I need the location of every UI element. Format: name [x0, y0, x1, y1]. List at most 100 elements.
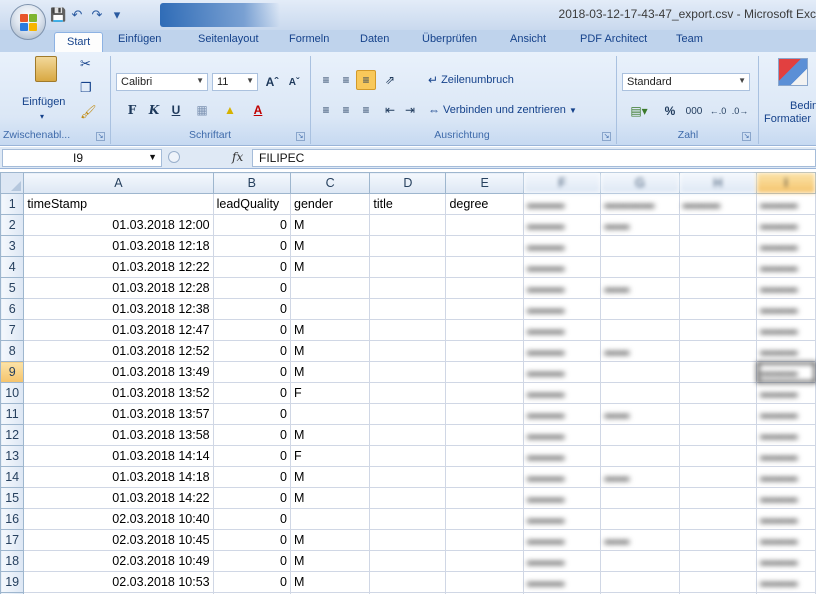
cell[interactable]: 02.03.2018 10:40: [23, 508, 214, 530]
redacted-cell[interactable]: ▬▬▬: [522, 508, 602, 530]
cell[interactable]: [369, 466, 447, 488]
cell[interactable]: 0: [212, 235, 292, 257]
redacted-cell[interactable]: ▬▬▬: [522, 403, 602, 425]
undo-icon[interactable]: ↶: [70, 8, 84, 22]
row-header[interactable]: 18: [0, 550, 25, 572]
row-header[interactable]: 15: [0, 487, 25, 509]
row-header[interactable]: 7: [0, 319, 25, 341]
redacted-cell[interactable]: [678, 256, 758, 278]
cell[interactable]: [445, 466, 524, 488]
increase-indent-icon[interactable]: ⇥: [400, 100, 420, 120]
orientation-icon[interactable]: ⇗: [380, 70, 400, 90]
row-header[interactable]: 2: [0, 214, 25, 236]
redacted-cell[interactable]: [678, 550, 758, 572]
redacted-cell[interactable]: ▬▬▬: [522, 382, 602, 404]
cell[interactable]: 01.03.2018 12:38: [23, 298, 214, 320]
align-left-icon[interactable]: ≡: [316, 100, 336, 120]
redacted-cell[interactable]: [678, 277, 758, 299]
cell[interactable]: 0: [212, 487, 292, 509]
font-color-icon[interactable]: A: [248, 100, 268, 120]
tab-team[interactable]: Team: [676, 33, 703, 45]
tab-ueberpruefen[interactable]: Überprüfen: [422, 33, 477, 45]
redacted-cell[interactable]: ▬▬: [600, 277, 680, 299]
cell[interactable]: [445, 361, 524, 383]
redacted-cell[interactable]: [600, 235, 680, 257]
insert-function-button[interactable]: fx: [232, 150, 243, 164]
redacted-cell[interactable]: ▬▬▬: [756, 571, 816, 593]
conditional-formatting-label-2[interactable]: Formatier: [764, 113, 811, 125]
redacted-cell[interactable]: ▬▬▬: [522, 277, 602, 299]
cell[interactable]: [369, 403, 447, 425]
increase-decimal-icon[interactable]: ←.0: [708, 101, 728, 121]
cell[interactable]: [369, 571, 447, 593]
redacted-cell[interactable]: [600, 487, 680, 509]
redacted-cell[interactable]: [600, 319, 680, 341]
cell[interactable]: timeStamp: [23, 193, 214, 215]
align-right-icon[interactable]: ≡: [356, 100, 376, 120]
redacted-cell[interactable]: ▬▬▬▬: [600, 193, 680, 215]
alignment-launcher-icon[interactable]: ↘: [602, 132, 611, 141]
cell[interactable]: 0: [212, 340, 292, 362]
column-header-g[interactable]: G: [600, 172, 680, 194]
redacted-cell[interactable]: ▬▬▬: [756, 235, 816, 257]
redacted-cell[interactable]: ▬▬▬: [678, 193, 758, 215]
cell[interactable]: M: [289, 550, 371, 572]
cell[interactable]: [289, 298, 371, 320]
redacted-cell[interactable]: [600, 571, 680, 593]
redacted-cell[interactable]: [600, 382, 680, 404]
cell[interactable]: [369, 319, 447, 341]
redacted-cell[interactable]: [678, 319, 758, 341]
cell[interactable]: leadQuality: [212, 193, 292, 215]
cell[interactable]: 0: [212, 319, 292, 341]
row-header[interactable]: 3: [0, 235, 25, 257]
redacted-cell[interactable]: [678, 361, 758, 383]
percent-button[interactable]: %: [660, 101, 680, 121]
redacted-cell[interactable]: ▬▬▬: [756, 340, 816, 362]
row-header[interactable]: 14: [0, 466, 25, 488]
bold-button[interactable]: F: [122, 100, 142, 120]
thousands-separator-button[interactable]: 000: [682, 101, 706, 121]
cell[interactable]: 01.03.2018 12:22: [23, 256, 214, 278]
cell[interactable]: [289, 403, 371, 425]
row-header[interactable]: 13: [0, 445, 25, 467]
cell[interactable]: 0: [212, 571, 292, 593]
cell[interactable]: [445, 445, 524, 467]
decrease-indent-icon[interactable]: ⇤: [380, 100, 400, 120]
redacted-cell[interactable]: ▬▬▬: [756, 193, 816, 215]
redacted-cell[interactable]: [678, 214, 758, 236]
redacted-cell[interactable]: [678, 487, 758, 509]
cell[interactable]: 01.03.2018 12:18: [23, 235, 214, 257]
cell[interactable]: [369, 214, 447, 236]
row-header[interactable]: 12: [0, 424, 25, 446]
cell[interactable]: [369, 298, 447, 320]
font-launcher-icon[interactable]: ↘: [296, 132, 305, 141]
cell[interactable]: [445, 256, 524, 278]
tab-seitenlayout[interactable]: Seitenlayout: [198, 33, 259, 45]
column-header-c[interactable]: C: [289, 172, 371, 194]
cell[interactable]: F: [289, 382, 371, 404]
cell[interactable]: M: [289, 424, 371, 446]
redacted-cell[interactable]: ▬▬▬: [522, 487, 602, 509]
font-name-combo[interactable]: Calibri ▼: [116, 73, 208, 91]
redacted-cell[interactable]: [600, 508, 680, 530]
row-header[interactable]: 4: [0, 256, 25, 278]
cancel-entry-icon[interactable]: [168, 151, 180, 163]
redacted-cell[interactable]: [678, 424, 758, 446]
tab-einfuegen[interactable]: Einfügen: [118, 33, 161, 45]
row-header[interactable]: 6: [0, 298, 25, 320]
redacted-cell[interactable]: ▬▬▬: [522, 571, 602, 593]
wrap-text-button[interactable]: ↵ Zeilenumbruch: [428, 73, 514, 87]
cell[interactable]: [369, 361, 447, 383]
redacted-cell[interactable]: ▬▬▬: [756, 508, 816, 530]
redacted-cell[interactable]: ▬▬▬: [522, 466, 602, 488]
redacted-cell[interactable]: ▬▬▬: [522, 298, 602, 320]
row-header[interactable]: 11: [0, 403, 25, 425]
redacted-cell[interactable]: ▬▬▬: [756, 382, 816, 404]
cell[interactable]: [445, 340, 524, 362]
cut-icon[interactable]: ✂: [80, 56, 91, 72]
redacted-cell[interactable]: [600, 550, 680, 572]
row-header[interactable]: 5: [0, 277, 25, 299]
row-header[interactable]: 17: [0, 529, 25, 551]
cell[interactable]: [289, 277, 371, 299]
redacted-cell[interactable]: [678, 508, 758, 530]
